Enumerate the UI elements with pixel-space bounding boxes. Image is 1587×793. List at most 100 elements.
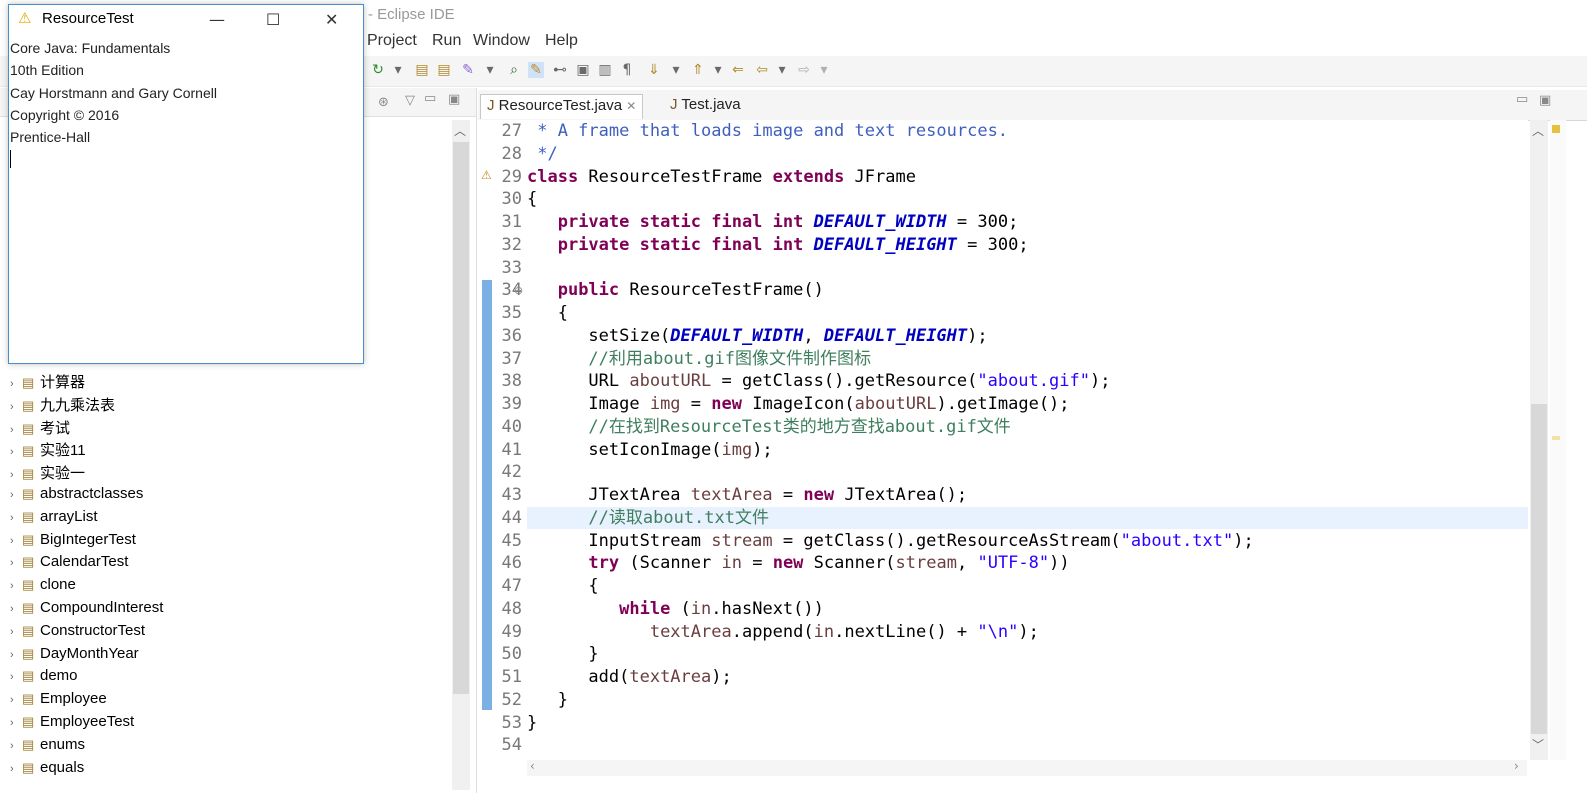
maximize-icon[interactable]: ▣ bbox=[448, 92, 460, 107]
chevron-right-icon[interactable]: › bbox=[10, 424, 22, 436]
chevron-right-icon[interactable]: › bbox=[10, 446, 22, 458]
warning-marker-icon[interactable]: ⚠ bbox=[481, 168, 492, 182]
tab-test-java[interactable]: J Test.java bbox=[664, 94, 747, 118]
refresh-icon[interactable]: ↻ bbox=[370, 62, 386, 78]
tree-item[interactable]: › ▤ BigIntegerTest bbox=[10, 531, 136, 553]
minimize-window-icon[interactable]: — bbox=[209, 10, 225, 29]
scroll-left-icon[interactable]: ‹ bbox=[530, 759, 535, 773]
minimize-icon[interactable]: ▭ bbox=[424, 91, 436, 106]
scroll-right-icon[interactable]: › bbox=[1514, 759, 1519, 773]
chevron-down-icon[interactable]: ▾ bbox=[482, 62, 498, 78]
code-line[interactable]: 36 setSize(DEFAULT_WIDTH, DEFAULT_HEIGHT… bbox=[490, 325, 988, 347]
scroll-up-icon[interactable]: ︿ bbox=[454, 122, 466, 139]
code-line[interactable]: 54 bbox=[490, 734, 527, 756]
chevron-right-icon[interactable]: › bbox=[10, 557, 22, 569]
fold-icon[interactable]: ⊖ bbox=[514, 284, 523, 297]
code-line[interactable]: 44 //读取about.txt文件 bbox=[490, 507, 769, 529]
menu-window[interactable]: Window bbox=[473, 32, 530, 50]
tree-item[interactable]: › ▤ abstractclasses bbox=[10, 485, 143, 507]
chevron-down-icon[interactable]: ▾ bbox=[816, 62, 832, 78]
code-line[interactable]: 31 private static final int DEFAULT_WIDT… bbox=[490, 211, 1019, 233]
tree-item[interactable]: › ▤ ConstructorTest bbox=[10, 622, 145, 644]
code-line[interactable]: 53} bbox=[490, 712, 538, 734]
code-line[interactable]: 35 { bbox=[490, 302, 568, 324]
chevron-right-icon[interactable]: › bbox=[10, 401, 22, 413]
tree-item[interactable]: › ▤ CompoundInterest bbox=[10, 599, 163, 621]
chevron-right-icon[interactable]: › bbox=[10, 717, 22, 729]
toggle-icon[interactable]: ⊷ bbox=[552, 62, 568, 78]
previous-annotation-icon[interactable]: ⇑ bbox=[690, 62, 706, 78]
code-line[interactable]: 39 Image img = new ImageIcon(aboutURL).g… bbox=[490, 393, 1070, 415]
chevron-right-icon[interactable]: › bbox=[10, 535, 22, 547]
view-menu-icon[interactable]: ▽ bbox=[405, 93, 415, 108]
search-icon[interactable]: ⌕ bbox=[506, 62, 522, 78]
tree-item[interactable]: › ▤ Employee bbox=[10, 690, 107, 712]
code-line[interactable]: 30{ bbox=[490, 188, 538, 210]
chevron-right-icon[interactable]: › bbox=[10, 378, 22, 390]
tree-item[interactable]: › ▤ equals bbox=[10, 759, 84, 781]
code-line[interactable]: 40 //在找到ResourceTest类的地方查找about.gif文件 bbox=[490, 416, 1011, 438]
chevron-right-icon[interactable]: › bbox=[10, 740, 22, 752]
tree-item[interactable]: › ▤ 实验一 bbox=[10, 462, 85, 484]
code-line[interactable]: 43 JTextArea textArea = new JTextArea(); bbox=[490, 484, 968, 506]
chevron-right-icon[interactable]: › bbox=[10, 671, 22, 683]
tree-item[interactable]: › ▤ arrayList bbox=[10, 508, 98, 530]
code-line[interactable]: 32 private static final int DEFAULT_HEIG… bbox=[490, 234, 1029, 256]
menu-project[interactable]: Project bbox=[367, 32, 417, 50]
open-folder-icon[interactable]: ▤ bbox=[414, 62, 430, 78]
chevron-right-icon[interactable]: › bbox=[10, 469, 22, 481]
chevron-right-icon[interactable]: › bbox=[10, 649, 22, 661]
editor-hscrollbar[interactable] bbox=[527, 760, 1527, 776]
next-annotation-icon[interactable]: ⇓ bbox=[646, 62, 662, 78]
chevron-right-icon[interactable]: › bbox=[10, 489, 22, 501]
code-line[interactable]: 52 } bbox=[490, 689, 568, 711]
close-window-icon[interactable]: ✕ bbox=[325, 10, 338, 29]
code-line[interactable]: 28 */ bbox=[490, 143, 558, 165]
chevron-down-icon[interactable]: ▾ bbox=[710, 62, 726, 78]
tab-resourcetest-java[interactable]: J ResourceTest.java ✕ bbox=[480, 94, 644, 119]
tree-item[interactable]: › ▤ 实验11 bbox=[10, 439, 86, 461]
scrollbar-thumb[interactable] bbox=[1531, 404, 1547, 734]
code-line[interactable]: 51 add(textArea); bbox=[490, 666, 732, 688]
resourcetest-window[interactable] bbox=[8, 4, 364, 364]
scrollbar-thumb[interactable] bbox=[453, 142, 469, 694]
last-edit-icon[interactable]: ⇐ bbox=[730, 62, 746, 78]
menu-run[interactable]: Run bbox=[432, 32, 461, 50]
code-line[interactable]: 29 class ResourceTestFrame extends JFrame bbox=[490, 166, 916, 188]
code-line[interactable]: 34 public ResourceTestFrame() bbox=[490, 279, 824, 301]
chevron-right-icon[interactable]: › bbox=[10, 512, 22, 524]
chevron-right-icon[interactable]: › bbox=[10, 763, 22, 775]
scroll-up-icon[interactable]: ︿ bbox=[1532, 122, 1544, 139]
tree-item[interactable]: › ▤ 考试 bbox=[10, 417, 70, 439]
code-line[interactable]: 33 bbox=[490, 257, 527, 279]
menu-help[interactable]: Help bbox=[545, 32, 578, 50]
tree-item[interactable]: › ▤ DayMonthYear bbox=[10, 645, 139, 667]
minimize-icon[interactable]: ▭ bbox=[1516, 92, 1528, 107]
tree-item[interactable]: › ▤ EmployeeTest bbox=[10, 713, 134, 735]
code-line[interactable]: 50 } bbox=[490, 643, 599, 665]
tree-item[interactable]: › ▤ 计算器 bbox=[10, 371, 85, 393]
code-line[interactable]: 45 InputStream stream = getClass().getRe… bbox=[490, 530, 1254, 552]
block-select-icon[interactable]: ▣ bbox=[575, 62, 591, 78]
chevron-down-icon[interactable]: ▾ bbox=[774, 62, 790, 78]
code-line[interactable]: 49 textArea.append(in.nextLine() + "\n")… bbox=[490, 621, 1039, 643]
whitespace-icon[interactable]: ▥ bbox=[597, 62, 613, 78]
chevron-right-icon[interactable]: › bbox=[10, 580, 22, 592]
code-line[interactable]: 41 setIconImage(img); bbox=[490, 439, 773, 461]
tree-item[interactable]: › ▤ demo bbox=[10, 667, 78, 689]
forward-icon[interactable]: ⇨ bbox=[796, 62, 812, 78]
code-line[interactable]: 37 //利用about.gif图像文件制作图标 bbox=[490, 348, 871, 370]
maximize-window-icon[interactable]: ☐ bbox=[266, 10, 280, 29]
scroll-down-icon[interactable]: ﹀ bbox=[1532, 736, 1544, 753]
chevron-down-icon[interactable]: ▾ bbox=[668, 62, 684, 78]
code-line[interactable]: 27 * A frame that loads image and text r… bbox=[490, 120, 1009, 142]
occurrence-marker[interactable] bbox=[1552, 436, 1560, 440]
link-editor-icon[interactable]: ⊛ bbox=[378, 95, 389, 110]
tree-item[interactable]: › ▤ clone bbox=[10, 576, 76, 598]
overview-ruler[interactable] bbox=[1550, 120, 1566, 760]
chevron-right-icon[interactable]: › bbox=[10, 694, 22, 706]
code-line[interactable]: 48 while (in.hasNext()) bbox=[490, 598, 824, 620]
chevron-right-icon[interactable]: › bbox=[10, 626, 22, 638]
open-project-icon[interactable]: ▤ bbox=[436, 62, 452, 78]
pilcrow-icon[interactable]: ¶ bbox=[619, 62, 635, 78]
